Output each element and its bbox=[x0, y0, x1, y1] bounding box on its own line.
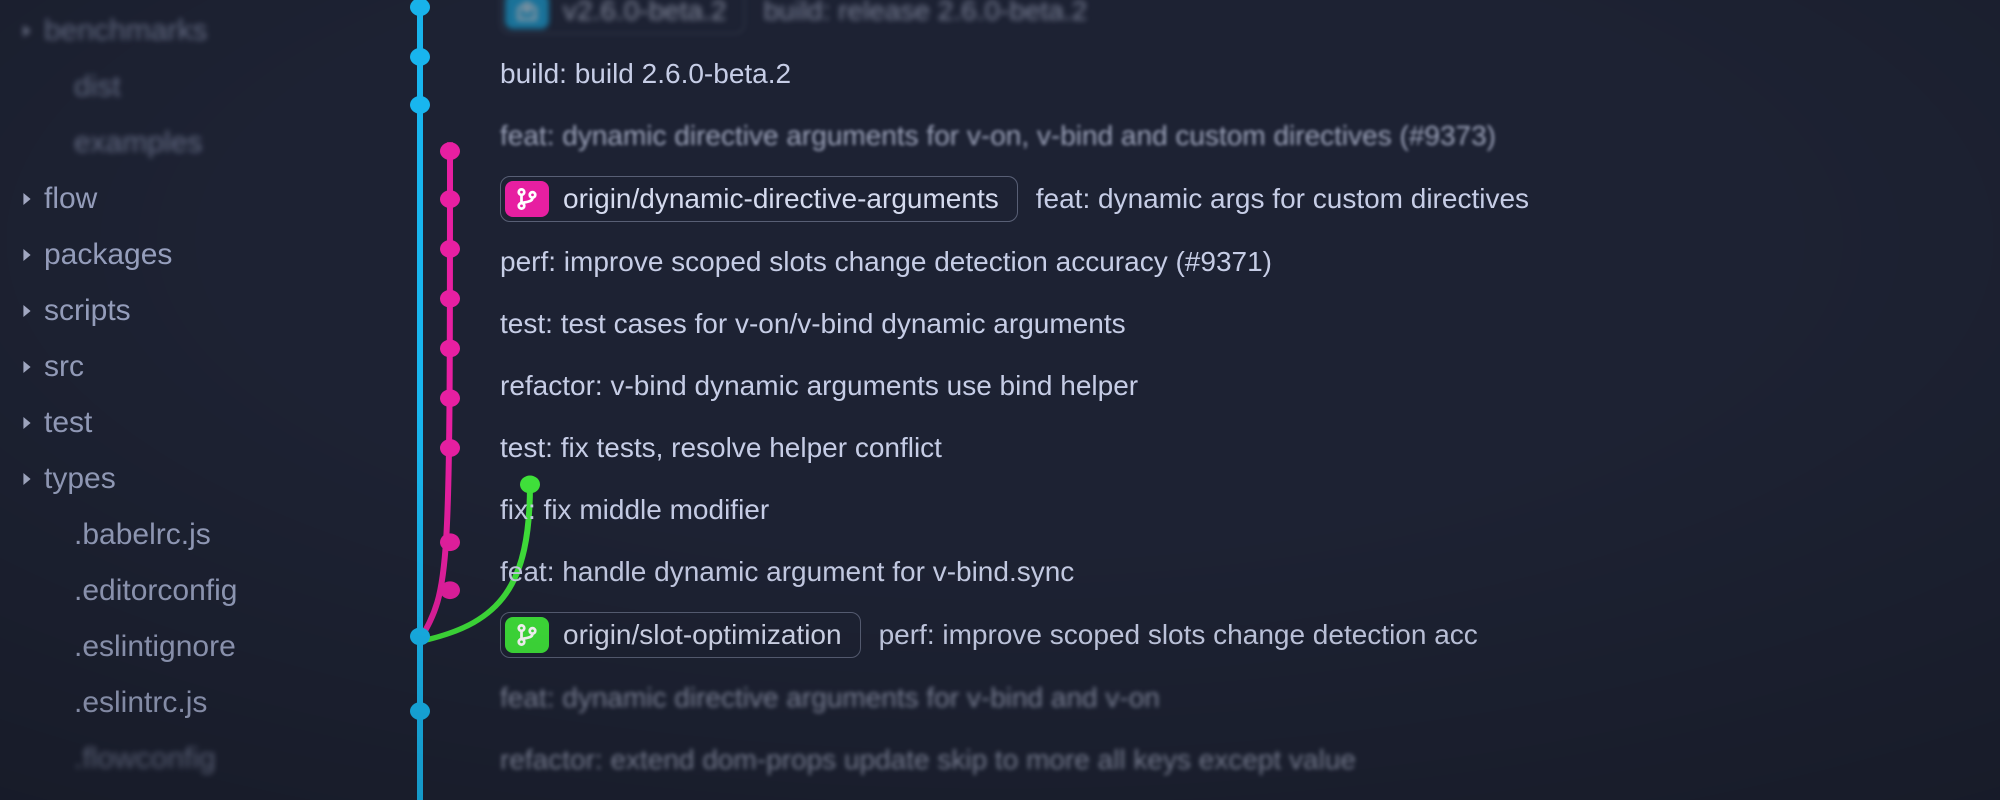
commit-history-panel: v2.6.0-beta.2 build: release 2.6.0-beta.2… bbox=[380, 0, 2000, 800]
tree-item-label: scripts bbox=[44, 294, 131, 328]
tree-item-examples[interactable]: examples bbox=[10, 122, 380, 164]
tree-item-label: examples bbox=[74, 126, 202, 160]
tree-item-test[interactable]: test bbox=[10, 402, 380, 444]
chevron-right-icon bbox=[50, 528, 64, 542]
commit-row[interactable]: origin/dynamic-directive-arguments feat: … bbox=[500, 176, 2000, 222]
commit-message: feat: dynamic args for custom directives bbox=[1036, 183, 1529, 215]
commit-message: perf: improve scoped slots change detect… bbox=[879, 619, 1478, 651]
commit-message: build: build 2.6.0-beta.2 bbox=[500, 58, 791, 90]
tree-item-benchmarks[interactable]: benchmarks bbox=[10, 10, 380, 52]
commit-message: refactor: v-bind dynamic arguments use b… bbox=[500, 370, 1138, 402]
commit-row[interactable]: test: test cases for v-on/v-bind dynamic… bbox=[500, 302, 2000, 346]
commit-row[interactable]: build: build 2.6.0-beta.2 bbox=[500, 52, 2000, 96]
chevron-right-icon bbox=[50, 696, 64, 710]
tree-item-types[interactable]: types bbox=[10, 458, 380, 500]
commit-message: fix: fix middle modifier bbox=[500, 494, 769, 526]
chevron-right-icon bbox=[50, 80, 64, 94]
tree-item--eslintignore[interactable]: .eslintignore bbox=[10, 626, 380, 668]
commit-message: build: release 2.6.0-beta.2 bbox=[763, 0, 1087, 27]
chevron-right-icon bbox=[20, 360, 34, 374]
commit-row[interactable]: test: fix tests, resolve helper conflict bbox=[500, 426, 2000, 470]
chevron-right-icon bbox=[50, 752, 64, 766]
ref-label: origin/slot-optimization bbox=[563, 619, 842, 651]
tree-item-label: types bbox=[44, 462, 116, 496]
chevron-right-icon bbox=[20, 416, 34, 430]
chevron-right-icon bbox=[20, 24, 34, 38]
tag-icon bbox=[505, 0, 549, 29]
ref-label: origin/dynamic-directive-arguments bbox=[563, 183, 999, 215]
tree-item-label: .eslintrc.js bbox=[74, 686, 207, 720]
branch-icon bbox=[505, 617, 549, 653]
chevron-right-icon bbox=[20, 304, 34, 318]
chevron-right-icon bbox=[20, 472, 34, 486]
commit-row[interactable]: v2.6.0-beta.2 build: release 2.6.0-beta.2 bbox=[500, 0, 2000, 34]
tree-item--editorconfig[interactable]: .editorconfig bbox=[10, 570, 380, 612]
tree-item-label: .eslintignore bbox=[74, 630, 236, 664]
tree-item-label: .editorconfig bbox=[74, 574, 237, 608]
chevron-right-icon bbox=[50, 584, 64, 598]
commit-message: test: test cases for v-on/v-bind dynamic… bbox=[500, 308, 1126, 340]
commit-row[interactable]: origin/slot-optimization perf: improve sc… bbox=[500, 612, 2000, 658]
tree-item-label: .babelrc.js bbox=[74, 518, 211, 552]
tree-item--babelrc-js[interactable]: .babelrc.js bbox=[10, 514, 380, 556]
tree-item-scripts[interactable]: scripts bbox=[10, 290, 380, 332]
commit-row[interactable]: feat: dynamic directive arguments for v-… bbox=[500, 114, 2000, 158]
commit-message: feat: dynamic directive arguments for v-… bbox=[500, 120, 1496, 152]
ref-badge[interactable]: origin/slot-optimization bbox=[500, 612, 861, 658]
tree-item-packages[interactable]: packages bbox=[10, 234, 380, 276]
commit-row[interactable]: refactor: extend dom-props update skip t… bbox=[500, 738, 2000, 782]
chevron-right-icon bbox=[50, 136, 64, 150]
tree-item-label: flow bbox=[44, 182, 97, 216]
commit-message: feat: dynamic directive arguments for v-… bbox=[500, 682, 1160, 714]
tree-item-label: test bbox=[44, 406, 92, 440]
tree-item-flow[interactable]: flow bbox=[10, 178, 380, 220]
commit-message: test: fix tests, resolve helper conflict bbox=[500, 432, 942, 464]
tree-item-label: packages bbox=[44, 238, 172, 272]
chevron-right-icon bbox=[20, 192, 34, 206]
tree-item-label: dist bbox=[74, 70, 121, 104]
commit-message: feat: handle dynamic argument for v-bind… bbox=[500, 556, 1074, 588]
file-tree-sidebar: benchmarks dist examples flow packages script… bbox=[0, 0, 380, 800]
tree-item-label: src bbox=[44, 350, 84, 384]
commit-row[interactable]: perf: improve scoped slots change detect… bbox=[500, 240, 2000, 284]
tree-item-src[interactable]: src bbox=[10, 346, 380, 388]
tree-item-dist[interactable]: dist bbox=[10, 66, 380, 108]
ref-badge[interactable]: origin/dynamic-directive-arguments bbox=[500, 176, 1018, 222]
commit-message: perf: improve scoped slots change detect… bbox=[500, 246, 1272, 278]
tree-item--flowconfig[interactable]: .flowconfig bbox=[10, 738, 380, 780]
tree-item--eslintrc-js[interactable]: .eslintrc.js bbox=[10, 682, 380, 724]
commit-list: v2.6.0-beta.2 build: release 2.6.0-beta.2… bbox=[500, 0, 2000, 782]
commit-row[interactable]: feat: handle dynamic argument for v-bind… bbox=[500, 550, 2000, 594]
ref-label: v2.6.0-beta.2 bbox=[563, 0, 726, 27]
chevron-right-icon bbox=[20, 248, 34, 262]
commit-row[interactable]: refactor: v-bind dynamic arguments use b… bbox=[500, 364, 2000, 408]
tree-item-label: benchmarks bbox=[44, 14, 207, 48]
tree-item-label: .flowconfig bbox=[74, 742, 216, 776]
commit-message: refactor: extend dom-props update skip t… bbox=[500, 744, 1356, 776]
chevron-right-icon bbox=[50, 640, 64, 654]
ref-badge[interactable]: v2.6.0-beta.2 bbox=[500, 0, 745, 34]
commit-row[interactable]: fix: fix middle modifier bbox=[500, 488, 2000, 532]
branch-icon bbox=[505, 181, 549, 217]
commit-row[interactable]: feat: dynamic directive arguments for v-… bbox=[500, 676, 2000, 720]
